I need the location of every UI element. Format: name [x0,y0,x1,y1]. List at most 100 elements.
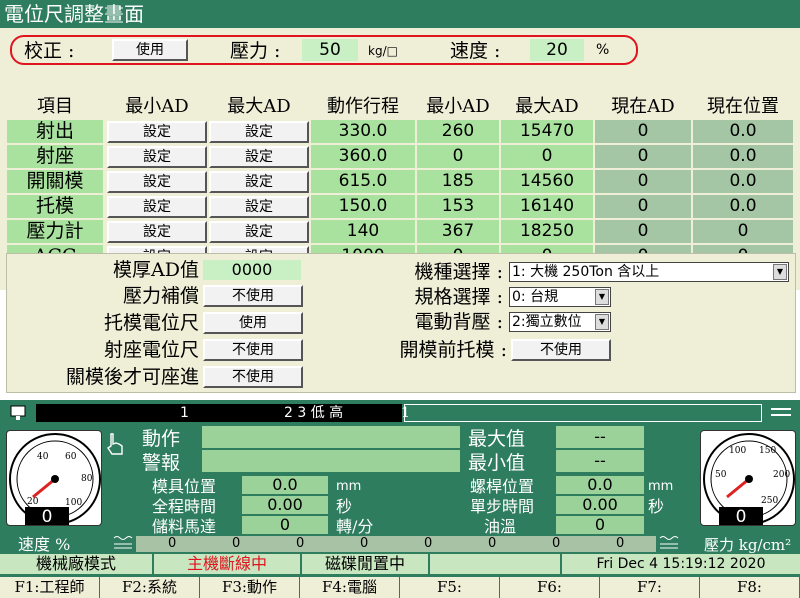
potentiometer-table: 項目 最小AD 最大AD 動作行程 最小AD 最大AD 現在AD 現在位置 射出… [7,96,793,268]
close-then-nozzle-button[interactable]: 不使用 [203,366,303,388]
header-max-ad-value: 最大AD [515,96,579,117]
pressure-unit: kg/□ [368,44,398,58]
set-max-ad-button[interactable]: 設定 [209,221,309,243]
set-min-ad-button[interactable]: 設定 [107,196,207,218]
cycle-time-value: 0.00 [242,496,328,514]
speed-label: 速度 : [450,40,501,62]
step-time-value: 0.00 [556,496,644,514]
row-max-ad: 0 [501,145,593,168]
window-title: 電位尺調整畫面 [0,0,800,28]
set-max-ad-button[interactable]: 設定 [209,196,309,218]
set-min-ad-button[interactable]: 設定 [107,171,207,193]
speed-unit: % [596,42,610,58]
pressure-value[interactable]: 50 [302,39,358,61]
row-current-pos: 0.0 [693,120,793,143]
machine-type-select[interactable]: 1: 大機 250Ton 含以上 ▼ [509,262,789,282]
chevron-down-icon[interactable]: ▼ [595,289,609,305]
cycle-time-unit: 秒 [336,497,353,516]
temperature-strip: 0 0 0 0 0 0 0 0 [136,536,656,552]
fkey-f3[interactable]: F3:動作 [200,577,300,598]
pressure-tick-250: 250 [761,496,778,506]
header-current-ad: 現在AD [611,96,675,117]
nozzle-pot-label: 射座電位尺 [103,339,199,361]
monitor-icon[interactable] [10,404,32,422]
mold-ad-label: 模厚AD值 [113,259,199,281]
row-stroke: 140 [311,220,415,243]
pressure-tick-200: 200 [773,470,790,480]
screw-motor-label: 儲料馬達 [152,517,217,536]
speed-value[interactable]: 20 [530,39,584,61]
set-min-ad-button[interactable]: 設定 [107,121,207,143]
pre-open-eject-button[interactable]: 不使用 [511,339,611,361]
function-key-bar: F1:工程師 F2:系統 F3:動作 F4:電腦 F5: F6: F7: F8: [0,576,800,598]
mold-pos-value: 0.0 [242,476,328,494]
row-min-ad: 367 [417,220,499,243]
fkey-f6[interactable]: F6: [500,577,600,598]
header-max-ad: 最大AD [227,96,291,117]
temp-zone-8: 0 [616,536,625,551]
row-name: 射出 [7,120,103,143]
step-time-label: 單步時間 [470,497,535,516]
speed-tick-20: 20 [27,497,39,507]
action-label: 動作 [142,428,181,450]
row-min-ad: 153 [417,195,499,218]
row-current-ad: 0 [595,170,691,193]
set-max-ad-button[interactable]: 設定 [209,146,309,168]
row-stroke: 360.0 [311,145,415,168]
pressure-tick-50: 50 [715,470,727,480]
row-current-ad: 0 [595,120,691,143]
heater-icon [113,536,133,549]
back-pressure-select[interactable]: 2:獨立數位 ▼ [509,312,611,332]
header-current-pos: 現在位置 [707,96,779,117]
spec-select[interactable]: 0: 台規 ▼ [509,287,611,307]
chevron-down-icon[interactable]: ▼ [595,314,609,330]
set-min-ad-button[interactable]: 設定 [107,146,207,168]
temp-zone-7: 0 [552,536,561,551]
eject-pot-button[interactable]: 使用 [203,312,303,334]
pressure-tick-150: 150 [759,446,776,456]
chevron-down-icon[interactable]: ▼ [773,264,787,280]
fkey-f1[interactable]: F1:工程師 [0,577,100,598]
row-max-ad: 16140 [501,195,593,218]
row-name: 射座 [7,145,103,168]
header-item: 項目 [37,96,73,117]
mold-ad-value: 0000 [203,260,301,280]
pre-open-eject-label: 開模前托模 : [399,339,507,361]
temp-zone-1: 0 [168,536,177,551]
row-max-ad: 14560 [501,170,593,193]
pressure-comp-button[interactable]: 不使用 [203,285,303,307]
set-max-ad-button[interactable]: 設定 [209,171,309,193]
pressure-comp-label: 壓力補償 [122,285,199,307]
set-min-ad-button[interactable]: 設定 [107,221,207,243]
row-current-ad: 0 [595,195,691,218]
row-current-pos: 0.0 [693,145,793,168]
fkey-f7[interactable]: F7: [600,577,700,598]
step-right: 1 [401,405,410,421]
step-rest: 2 3 低 高 [284,405,344,421]
fkey-f5[interactable]: F5: [400,577,500,598]
mode-status: 機械廠模式 [0,554,152,574]
max-value: -- [556,426,644,448]
calib-toggle-button[interactable]: 使用 [112,39,188,61]
speed-tick-80: 80 [81,474,93,484]
set-max-ad-button[interactable]: 設定 [209,121,309,143]
fkey-f2[interactable]: F2:系統 [100,577,200,598]
back-pressure-value: 2:獨立數位 [512,314,582,330]
row-stroke: 150.0 [311,195,415,218]
disk-status: 磁碟閒置中 [302,554,428,574]
row-min-ad: 0 [417,145,499,168]
hand-pointer-icon[interactable] [104,432,124,458]
temp-zone-3: 0 [296,536,305,551]
oil-temp-label: 油溫 [484,517,517,536]
row-min-ad: 260 [417,120,499,143]
mold-pos-unit: mm [336,479,362,494]
row-stroke: 330.0 [311,120,415,143]
spec-label: 規格選擇 : [414,286,503,308]
speed-gauge-label: 速度 % [18,535,71,554]
return-arrow-icon[interactable] [768,403,794,421]
fkey-f4[interactable]: F4:電腦 [300,577,400,598]
nozzle-pot-button[interactable]: 不使用 [203,339,303,361]
action-value [202,426,460,448]
fkey-f8[interactable]: F8: [700,577,800,598]
min-value: -- [556,450,644,472]
